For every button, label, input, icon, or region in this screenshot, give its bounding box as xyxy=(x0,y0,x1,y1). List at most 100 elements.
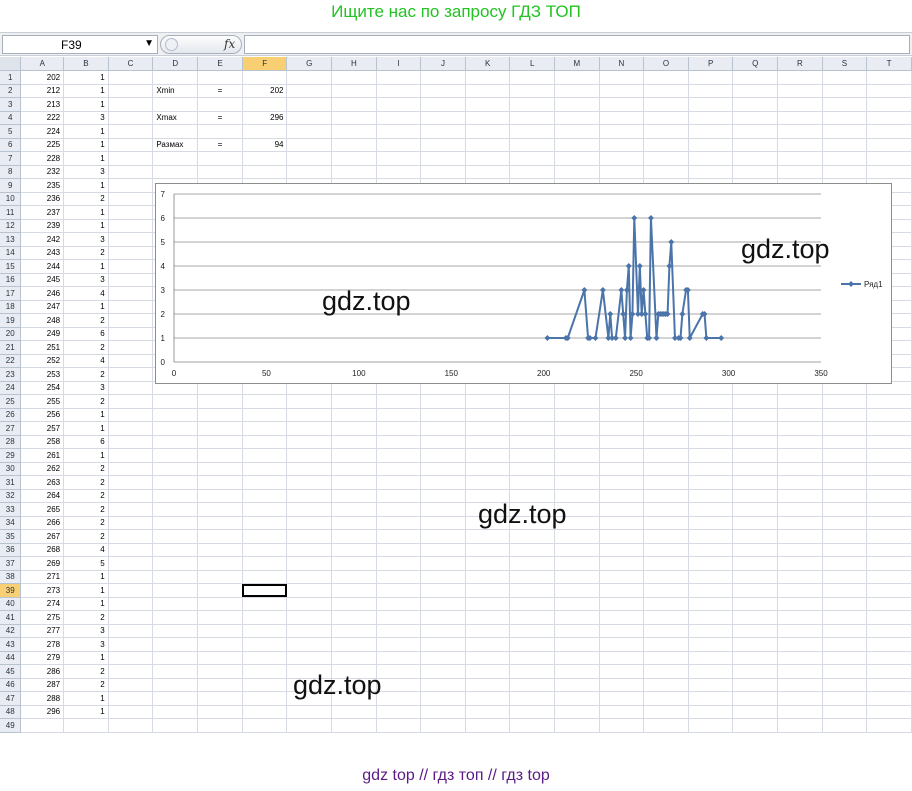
cell[interactable]: 2 xyxy=(63,664,109,679)
cell[interactable] xyxy=(108,246,154,260)
cell[interactable] xyxy=(197,408,243,422)
cell[interactable] xyxy=(732,502,779,517)
column-header[interactable]: H xyxy=(331,57,377,71)
cell[interactable] xyxy=(732,543,779,557)
cell[interactable] xyxy=(732,70,779,85)
cell[interactable]: 224 xyxy=(20,124,65,139)
cell[interactable] xyxy=(643,718,689,733)
cell[interactable] xyxy=(152,462,199,476)
cell[interactable] xyxy=(420,151,466,166)
cell[interactable] xyxy=(420,97,466,112)
cell[interactable] xyxy=(108,259,154,274)
cell[interactable] xyxy=(509,543,556,557)
cell[interactable] xyxy=(509,664,556,679)
cell[interactable] xyxy=(152,529,199,544)
cell[interactable] xyxy=(599,151,645,166)
cell[interactable] xyxy=(599,516,645,530)
cell[interactable] xyxy=(643,664,689,679)
cell[interactable]: 1 xyxy=(63,70,109,85)
cell[interactable] xyxy=(152,610,199,625)
cell[interactable] xyxy=(197,678,243,692)
cell[interactable] xyxy=(197,705,243,719)
column-header[interactable]: K xyxy=(465,57,511,71)
cell[interactable] xyxy=(242,489,288,503)
cell[interactable] xyxy=(376,637,422,652)
cell[interactable] xyxy=(866,70,912,85)
cell[interactable] xyxy=(599,556,645,571)
cell[interactable] xyxy=(465,124,511,139)
cell[interactable] xyxy=(777,408,823,422)
cell[interactable] xyxy=(108,394,154,409)
cell[interactable] xyxy=(732,489,779,503)
cell[interactable] xyxy=(554,151,600,166)
cell[interactable] xyxy=(732,475,779,490)
cell[interactable] xyxy=(732,705,779,719)
cell[interactable] xyxy=(420,502,466,517)
cell[interactable]: 288 xyxy=(20,691,65,706)
cell[interactable]: 239 xyxy=(20,219,65,233)
cell[interactable] xyxy=(152,516,199,530)
row-header[interactable]: 39 xyxy=(0,583,22,598)
cell[interactable] xyxy=(822,165,868,179)
cell[interactable] xyxy=(509,718,556,733)
cell[interactable] xyxy=(376,678,422,692)
cell[interactable] xyxy=(732,84,779,98)
cell[interactable] xyxy=(599,597,645,611)
cell[interactable] xyxy=(509,610,556,625)
cell[interactable]: 251 xyxy=(20,340,65,355)
cell[interactable]: 296 xyxy=(242,111,288,125)
cell[interactable] xyxy=(554,610,600,625)
cell[interactable] xyxy=(331,583,377,598)
cell[interactable] xyxy=(331,529,377,544)
column-header[interactable]: P xyxy=(688,57,734,71)
cell[interactable] xyxy=(688,678,734,692)
cell[interactable] xyxy=(376,394,422,409)
cell[interactable] xyxy=(777,583,823,598)
cell[interactable] xyxy=(822,462,868,476)
cell[interactable] xyxy=(197,610,243,625)
cell[interactable] xyxy=(599,489,645,503)
cell[interactable] xyxy=(286,435,333,449)
cell[interactable]: 243 xyxy=(20,246,65,260)
cell[interactable] xyxy=(554,124,600,139)
cell[interactable] xyxy=(152,124,199,139)
cell[interactable] xyxy=(688,84,734,98)
cell[interactable]: 94 xyxy=(242,138,288,152)
row-header[interactable]: 34 xyxy=(0,516,22,530)
column-header[interactable]: G xyxy=(286,57,333,71)
cell[interactable] xyxy=(509,448,556,463)
cell[interactable] xyxy=(643,691,689,706)
cell[interactable] xyxy=(509,637,556,652)
cell[interactable] xyxy=(777,651,823,665)
cell[interactable] xyxy=(866,624,912,638)
row-header[interactable]: 19 xyxy=(0,313,22,328)
cell[interactable] xyxy=(108,381,154,395)
row-header[interactable]: 6 xyxy=(0,138,22,152)
cell[interactable] xyxy=(465,448,511,463)
cell[interactable] xyxy=(643,583,689,598)
cell[interactable] xyxy=(777,84,823,98)
cell[interactable] xyxy=(822,556,868,571)
cell[interactable] xyxy=(286,529,333,544)
cell[interactable] xyxy=(286,597,333,611)
cell[interactable] xyxy=(108,691,154,706)
cell[interactable] xyxy=(152,97,199,112)
cell[interactable] xyxy=(331,408,377,422)
cell[interactable] xyxy=(108,543,154,557)
cell[interactable] xyxy=(643,138,689,152)
cell[interactable] xyxy=(420,165,466,179)
cell[interactable] xyxy=(509,583,556,598)
cell[interactable] xyxy=(554,421,600,436)
cell[interactable] xyxy=(376,408,422,422)
column-header[interactable]: D xyxy=(152,57,199,71)
cell[interactable] xyxy=(554,435,600,449)
cell[interactable] xyxy=(599,408,645,422)
row-header[interactable]: 17 xyxy=(0,286,22,301)
cell[interactable] xyxy=(509,111,556,125)
cell[interactable] xyxy=(509,624,556,638)
cell[interactable] xyxy=(197,516,243,530)
cell[interactable] xyxy=(509,529,556,544)
cell[interactable] xyxy=(554,165,600,179)
cell[interactable] xyxy=(420,637,466,652)
cell[interactable] xyxy=(777,70,823,85)
